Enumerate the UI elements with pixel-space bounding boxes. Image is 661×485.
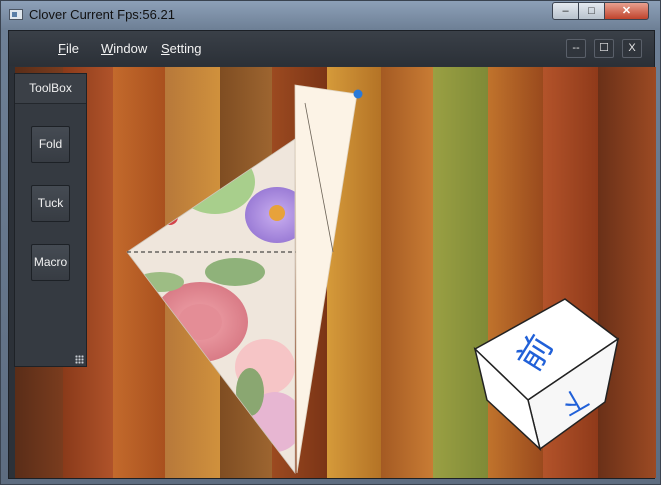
menu-bar: File Window Setting -- ☐ X	[9, 31, 654, 66]
origami-scene: 前 下	[115, 84, 620, 478]
toolbox-panel[interactable]: ToolBox Fold Tuck Macro	[14, 73, 87, 367]
window-close-button[interactable]: ✕	[604, 2, 649, 20]
menu-window[interactable]: Window	[101, 41, 147, 56]
fold-handle-dot[interactable]	[353, 89, 363, 99]
floral-paper-face[interactable]	[115, 127, 309, 478]
tuck-button[interactable]: Tuck	[31, 185, 70, 222]
menu-file[interactable]: File	[58, 41, 79, 56]
origami-canvas[interactable]: 前 下	[15, 67, 656, 478]
app-area: File Window Setting -- ☐ X 前 下	[8, 30, 656, 479]
toolbox-title[interactable]: ToolBox	[15, 74, 86, 104]
fold-button[interactable]: Fold	[31, 126, 70, 163]
window-title: Clover Current Fps:56.21	[29, 7, 175, 22]
resize-grip-icon[interactable]	[75, 355, 84, 364]
app-window-icon	[9, 9, 23, 20]
macro-button[interactable]: Macro	[31, 244, 70, 281]
window-frame: Clover Current Fps:56.21 – □ ✕ File Wind…	[0, 0, 661, 485]
view-cube[interactable]: 前 下	[473, 298, 620, 452]
app-close-button[interactable]: X	[622, 39, 642, 58]
app-maximize-button[interactable]: ☐	[594, 39, 614, 58]
title-bar[interactable]: Clover Current Fps:56.21 – □ ✕	[1, 1, 661, 29]
folded-paper-flap[interactable]	[294, 84, 358, 474]
menu-setting[interactable]: Setting	[161, 41, 201, 56]
app-minimize-button[interactable]: --	[566, 39, 586, 58]
window-minimize-button[interactable]: –	[552, 2, 579, 20]
window-maximize-button[interactable]: □	[578, 2, 605, 20]
